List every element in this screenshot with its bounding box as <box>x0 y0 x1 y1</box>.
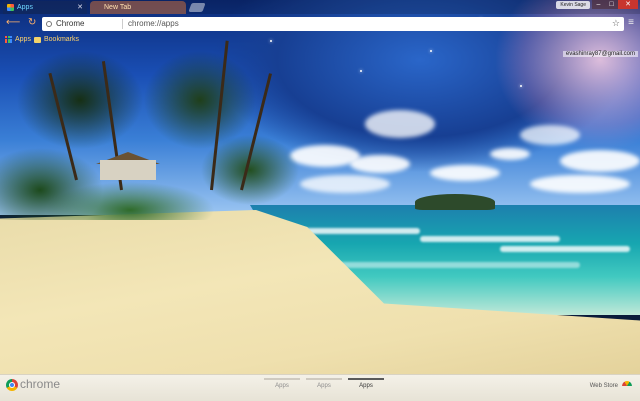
wave <box>330 262 580 268</box>
apps-grid-icon <box>5 36 12 43</box>
palm-foliage <box>0 20 335 220</box>
page-label: Apps <box>317 383 331 389</box>
page-switcher-apps-1[interactable]: Apps <box>264 378 300 389</box>
window-controls: – □ ✕ <box>592 0 638 10</box>
tab-strip: Apps ✕ New Tab Kevin Sage – □ ✕ <box>0 0 640 14</box>
page-label: Apps <box>275 383 289 389</box>
cloud <box>560 150 640 172</box>
page-indicator <box>306 378 342 380</box>
theme-background <box>0 0 640 400</box>
bookmarks-bar: Apps Bookmarks <box>0 34 640 45</box>
chrome-logo-icon <box>6 379 18 391</box>
cloud <box>490 148 530 160</box>
star-sparkle <box>360 70 362 72</box>
wave <box>300 228 420 234</box>
page-indicator <box>348 378 384 380</box>
tab-apps[interactable]: Apps ✕ <box>3 1 87 14</box>
tab-new-tab[interactable]: New Tab <box>90 1 186 14</box>
island <box>415 194 495 210</box>
reload-icon[interactable]: ↻ <box>28 17 36 28</box>
cloud <box>520 125 580 145</box>
cloud <box>365 110 435 138</box>
tab-label: Apps <box>17 4 33 11</box>
tab-close-icon[interactable]: ✕ <box>77 1 83 14</box>
back-arrow-icon[interactable]: ⟵ <box>6 17 20 28</box>
omnibox[interactable]: Chrome chrome://apps ☆ <box>42 17 624 31</box>
wave <box>500 246 630 252</box>
bookmark-folder[interactable]: Bookmarks <box>34 34 79 45</box>
star-sparkle <box>520 85 522 87</box>
beach-hut <box>100 160 156 180</box>
page-indicator <box>264 378 300 380</box>
page-label: Apps <box>359 383 373 389</box>
wave <box>420 236 560 242</box>
omnibox-separator <box>122 19 123 29</box>
page-switcher-apps-2[interactable]: Apps <box>306 378 342 389</box>
page-switcher-apps-3[interactable]: Apps <box>348 378 384 389</box>
close-window-button[interactable]: ✕ <box>618 0 638 9</box>
new-tab-button[interactable] <box>188 3 206 12</box>
star-sparkle <box>430 50 432 52</box>
cloud <box>350 155 410 173</box>
chrome-page-icon <box>46 21 52 27</box>
account-email[interactable]: evashinray87@gmail.com <box>562 51 638 57</box>
url-text[interactable]: chrome://apps <box>128 17 179 31</box>
star-icon[interactable]: ☆ <box>612 16 620 30</box>
cloud <box>430 165 500 181</box>
web-store-link[interactable]: Web Store <box>590 383 618 389</box>
folder-icon <box>34 36 41 43</box>
bookmark-label: Bookmarks <box>44 36 80 43</box>
omnibox-chip: Chrome <box>56 19 85 28</box>
menu-icon[interactable]: ≡ <box>628 17 634 28</box>
maximize-button[interactable]: □ <box>605 0 618 9</box>
bookmark-label: Apps <box>15 36 31 43</box>
bookmark-apps[interactable]: Apps <box>5 34 31 45</box>
web-store-icon[interactable] <box>622 381 632 391</box>
profile-button[interactable]: Kevin Sage <box>556 1 590 9</box>
tab-label: New Tab <box>104 4 132 11</box>
apps-grid-icon <box>7 4 14 11</box>
minimize-button[interactable]: – <box>592 0 605 9</box>
cloud <box>530 175 630 193</box>
chrome-wordmark: chrome <box>20 377 61 391</box>
